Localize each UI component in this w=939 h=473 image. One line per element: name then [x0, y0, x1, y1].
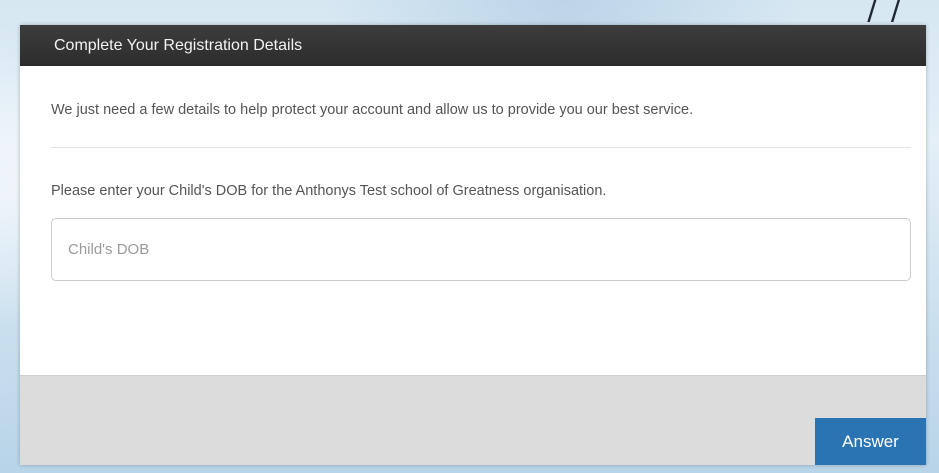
- dialog-header: Complete Your Registration Details: [20, 25, 926, 66]
- dob-prompt: Please enter your Child's DOB for the An…: [51, 183, 607, 199]
- divider: [51, 147, 911, 148]
- dialog-footer: Answer: [20, 375, 926, 465]
- dialog-body: We just need a few details to help prote…: [20, 103, 926, 281]
- answer-button[interactable]: Answer: [815, 418, 926, 465]
- intro-text: We just need a few details to help prote…: [51, 102, 694, 118]
- childs-dob-input[interactable]: [51, 218, 911, 281]
- registration-dialog: Complete Your Registration Details We ju…: [20, 25, 926, 465]
- dialog-title: Complete Your Registration Details: [54, 36, 303, 54]
- background-text-fragment: / /: [867, 0, 903, 27]
